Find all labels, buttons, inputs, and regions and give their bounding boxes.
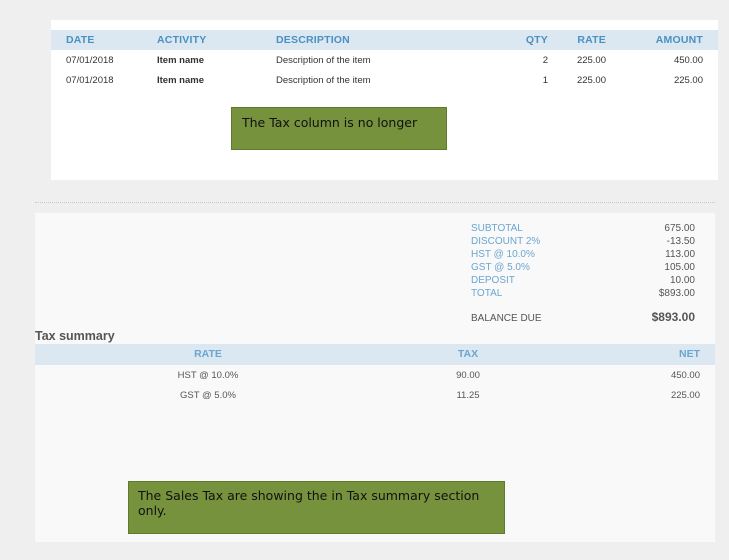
cell-description: Description of the item — [276, 75, 371, 86]
annotation-note-sales-tax: The Sales Tax are showing the in Tax sum… — [128, 481, 505, 534]
total-value: $893.00 — [658, 288, 695, 299]
tax-cell-net: 225.00 — [670, 390, 700, 401]
cell-qty: 1 — [542, 75, 548, 86]
balance-due-value: $893.00 — [651, 310, 695, 324]
tax-summary-row: GST @ 5.0% 11.25 225.00 — [35, 386, 715, 406]
tax-cell-rate: GST @ 5.0% — [180, 390, 236, 401]
annotation-note-tax-column: The Tax column is no longer — [231, 107, 447, 150]
table-row: 07/01/2018 Item name Description of the … — [51, 71, 718, 91]
deposit-label: DEPOSIT — [471, 275, 515, 286]
tax-cell-rate: HST @ 10.0% — [177, 370, 239, 381]
tax-header-tax: TAX — [457, 348, 479, 360]
tax-cell-net: 450.00 — [670, 370, 700, 381]
header-date: DATE — [66, 34, 95, 46]
discount-value: -13.50 — [666, 236, 695, 247]
tax-header-rate: RATE — [194, 348, 222, 360]
header-rate: RATE — [577, 34, 606, 46]
section-divider — [35, 202, 715, 203]
tax-summary-header: RATE TAX NET — [35, 344, 715, 365]
header-activity: ACTIVITY — [157, 34, 207, 46]
header-qty: QTY — [525, 34, 548, 46]
annotation-text: The Sales Tax are showing the in Tax sum… — [138, 488, 480, 518]
cell-date: 07/01/2018 — [66, 75, 114, 86]
header-amount: AMOUNT — [655, 34, 703, 46]
cell-amount: 450.00 — [673, 55, 703, 66]
subtotal-value: 675.00 — [664, 223, 695, 234]
balance-due-label: BALANCE DUE — [471, 313, 542, 324]
cell-rate: 225.00 — [576, 75, 606, 86]
tax-cell-tax: 11.25 — [456, 390, 480, 401]
cell-rate: 225.00 — [576, 55, 606, 66]
subtotal-label: SUBTOTAL — [471, 223, 523, 234]
tax-cell-tax: 90.00 — [456, 370, 480, 381]
gst-label: GST @ 5.0% — [471, 262, 530, 273]
hst-value: 113.00 — [665, 249, 695, 260]
table-row: 07/01/2018 Item name Description of the … — [51, 51, 718, 71]
cell-activity: Item name — [157, 55, 204, 66]
items-panel: DATE ACTIVITY DESCRIPTION QTY RATE AMOUN… — [51, 20, 718, 180]
deposit-value: 10.00 — [669, 275, 695, 286]
cell-activity: Item name — [157, 75, 204, 86]
hst-label: HST @ 10.0% — [471, 249, 535, 260]
header-description: DESCRIPTION — [276, 34, 350, 46]
gst-value: 105.00 — [664, 262, 695, 273]
annotation-text: The Tax column is no longer — [242, 115, 418, 130]
tax-summary-title: Tax summary — [35, 329, 115, 343]
items-table-header: DATE ACTIVITY DESCRIPTION QTY RATE AMOUN… — [51, 30, 718, 50]
cell-amount: 225.00 — [673, 75, 703, 86]
cell-qty: 2 — [542, 55, 548, 66]
cell-date: 07/01/2018 — [66, 55, 114, 66]
discount-label: DISCOUNT 2% — [471, 236, 541, 247]
total-label: TOTAL — [471, 288, 503, 299]
tax-header-net: NET — [679, 348, 700, 360]
cell-description: Description of the item — [276, 55, 371, 66]
tax-summary-row: HST @ 10.0% 90.00 450.00 — [35, 366, 715, 386]
